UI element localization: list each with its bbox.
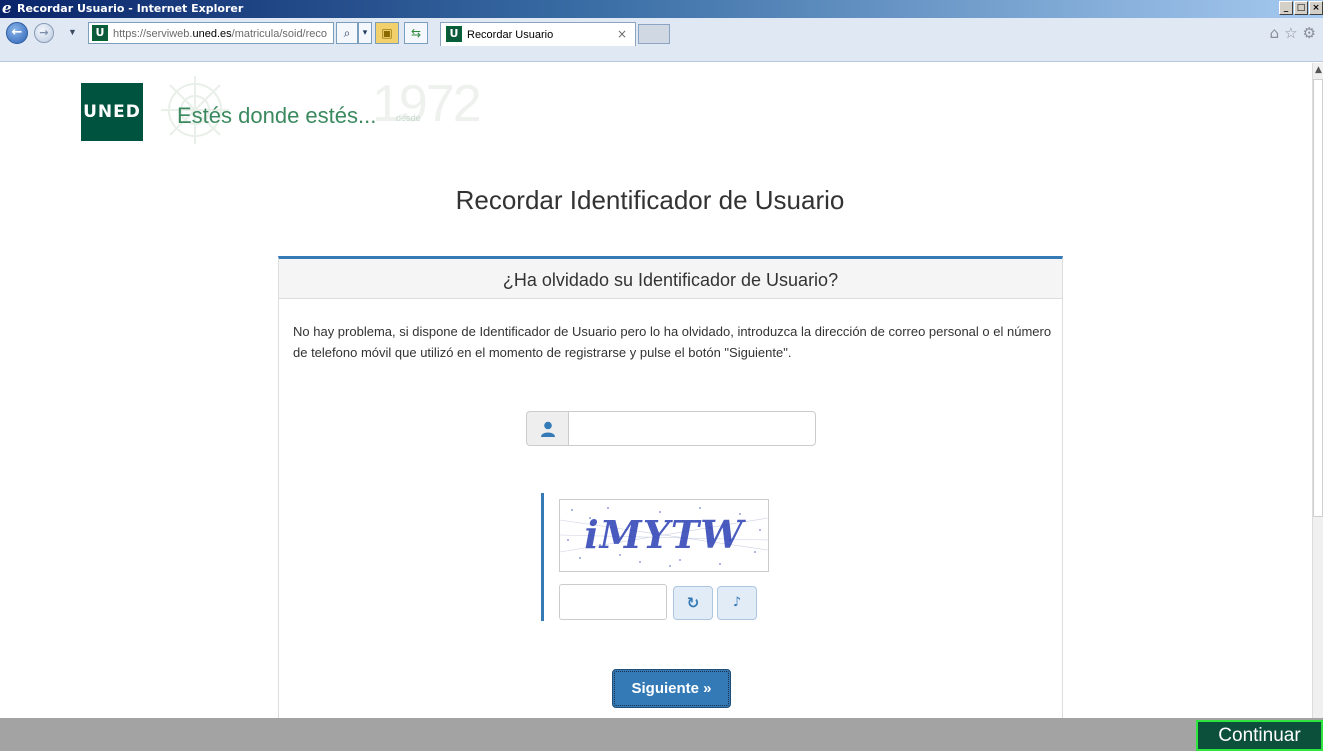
address-dropdown-icon[interactable]: ▾ <box>358 22 372 44</box>
identifier-input[interactable] <box>568 411 816 446</box>
browser-navbar: ← → ▼ U https://serviweb.uned.es/matricu… <box>0 18 1323 62</box>
next-button[interactable]: Siguiente » <box>612 669 731 708</box>
panel-title: ¿Ha olvidado su Identificador de Usuario… <box>502 270 839 290</box>
intro-text: No hay problema, si dispone de Identific… <box>293 324 1052 360</box>
volume-icon: ♪ <box>732 595 742 610</box>
audio-captcha-button[interactable]: ♪ <box>717 586 757 620</box>
continue-button[interactable]: Continuar <box>1196 720 1323 751</box>
page-scrollbar[interactable]: ▲ <box>1312 63 1323 718</box>
internet-explorer-icon: e <box>2 0 12 17</box>
lock-icon[interactable]: ▣ <box>375 22 399 44</box>
uned-logo[interactable]: UNED <box>81 83 143 141</box>
header-slogan: Estés donde estés... <box>177 103 377 128</box>
history-dropdown-icon[interactable]: ▼ <box>68 27 77 37</box>
user-addon <box>526 411 568 446</box>
address-bar[interactable]: U https://serviweb.uned.es/matricula/soi… <box>88 22 334 44</box>
captcha-input[interactable] <box>559 584 667 620</box>
window-title: Recordar Usuario - Internet Explorer <box>17 2 244 15</box>
scroll-thumb[interactable] <box>1313 79 1323 517</box>
panel-heading: ¿Ha olvidado su Identificador de Usuario… <box>279 259 1062 299</box>
scroll-up-arrow-icon[interactable]: ▲ <box>1313 63 1323 77</box>
compatibility-refresh-icon[interactable]: ⇆ <box>404 22 428 44</box>
captcha-accent-bar <box>541 493 544 621</box>
user-icon <box>541 421 555 437</box>
identifier-input-group <box>526 411 816 446</box>
tab-favicon-icon: U <box>446 26 462 42</box>
home-favorites-tools-icons[interactable]: ⌂☆⚙ <box>1270 24 1321 42</box>
tab-label: Recordar Usuario <box>467 29 554 41</box>
captcha-text: iMYTW <box>584 512 744 557</box>
maximize-button[interactable]: □ <box>1294 1 1308 15</box>
bottom-bar <box>0 718 1323 751</box>
site-favicon-icon: U <box>92 25 108 41</box>
forward-button[interactable]: → <box>34 23 54 43</box>
tab-close-icon[interactable]: × <box>617 27 627 41</box>
page-title: Recordar Identificador de Usuario <box>455 185 845 215</box>
browser-tab[interactable]: U Recordar Usuario × <box>440 22 636 46</box>
search-icon[interactable]: ⌕ <box>336 22 358 44</box>
back-button[interactable]: ← <box>6 22 28 44</box>
captcha-image: iMYTW <box>559 499 769 572</box>
header-year: 1972 <box>372 75 482 133</box>
close-window-button[interactable]: × <box>1309 1 1323 15</box>
recover-user-panel: ¿Ha olvidado su Identificador de Usuario… <box>278 256 1063 726</box>
new-tab-button[interactable] <box>638 24 670 44</box>
minimize-button[interactable]: _ <box>1279 1 1293 15</box>
header-desde: desde <box>396 113 421 123</box>
refresh-captcha-button[interactable]: ↻ <box>673 586 713 620</box>
url-text[interactable]: https://serviweb.uned.es/matricula/soid/… <box>113 27 328 41</box>
window-titlebar: e Recordar Usuario - Internet Explorer _… <box>0 0 1323 18</box>
refresh-icon: ↻ <box>686 594 700 612</box>
